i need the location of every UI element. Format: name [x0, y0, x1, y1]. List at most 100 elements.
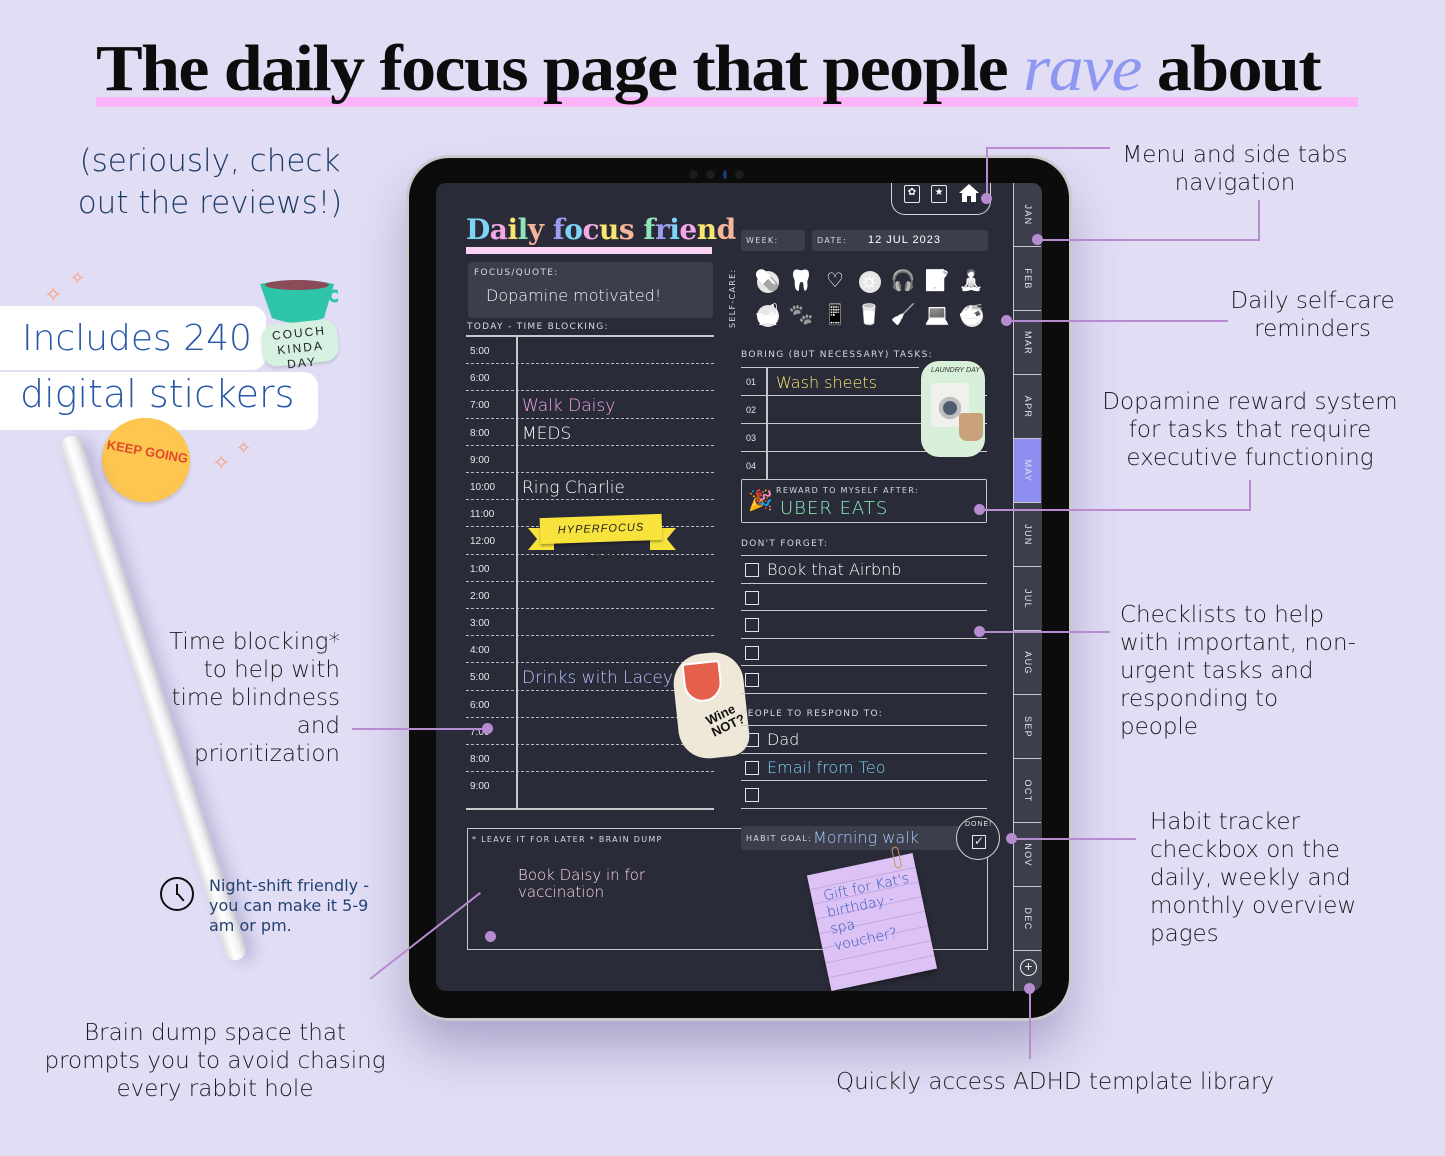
star-icon[interactable]: ★: [931, 185, 947, 203]
checkbox[interactable]: [745, 590, 759, 605]
brain-icon[interactable]: ✿: [904, 185, 920, 203]
tab-label: FEB: [1022, 267, 1033, 290]
callout-dot: [974, 626, 985, 637]
meditation-icon[interactable]: 🧘: [958, 268, 984, 294]
sun-icon[interactable]: ☼: [856, 268, 882, 294]
tooth-icon[interactable]: 🦷: [788, 268, 814, 294]
time-slot-row[interactable]: 6:00: [466, 364, 714, 392]
title-letter: e: [679, 213, 697, 246]
time-slot-row[interactable]: 2:00: [466, 582, 714, 609]
task-text: Wash sheets: [776, 373, 877, 392]
home-icon[interactable]: [958, 183, 980, 203]
time-slot-row[interactable]: 3:00: [466, 609, 714, 637]
time-slot-row[interactable]: 7:00 Walk Daisy: [466, 391, 714, 419]
time-slot-entry: Walk Daisy: [522, 396, 616, 417]
time-slot-label: 8:00: [470, 427, 490, 439]
callout-line: [1006, 320, 1228, 322]
time-slot-label: 6:00: [470, 699, 490, 711]
checklist-text[interactable]: Book that Airbnb: [767, 560, 901, 579]
tab-dec[interactable]: DEC: [1014, 887, 1041, 951]
boring-tasks-label: Boring (but necessary) tasks:: [741, 350, 933, 360]
checkbox[interactable]: [745, 788, 759, 802]
focus-quote-field[interactable]: Focus/quote: Dopamine motivated!: [468, 262, 713, 318]
time-slot-label: 11:00: [470, 509, 495, 521]
planner-title-underline: [466, 247, 712, 254]
done-label: DONE!: [965, 821, 993, 828]
week-field[interactable]: Week:: [741, 230, 805, 251]
tab-aug[interactable]: AUG: [1014, 631, 1041, 695]
tab-jul[interactable]: JUL: [1014, 567, 1041, 631]
date-field[interactable]: Date: 12 JUL 2023: [812, 230, 988, 251]
time-slot-row[interactable]: 8:00: [466, 745, 714, 773]
tab-may[interactable]: MAY: [1014, 439, 1041, 503]
checkbox[interactable]: [745, 760, 759, 775]
headphones-icon[interactable]: 🎧: [890, 268, 916, 294]
laundry-basket-icon: [959, 413, 983, 441]
title-letter: o: [564, 213, 583, 246]
habit-goal-field[interactable]: Habit goal: Morning walk: [741, 826, 965, 850]
people-row: [741, 780, 987, 808]
time-slot-label: 7:00: [470, 400, 490, 412]
checkbox[interactable]: [745, 618, 759, 632]
boring-tasks-divider: [766, 367, 768, 479]
time-slot-row[interactable]: 8:00 MEDS: [466, 419, 714, 446]
checkbox[interactable]: [745, 673, 759, 687]
annotation-selfcare: Daily self-care reminders: [1230, 288, 1395, 342]
habit-goal-value: Morning walk: [813, 828, 919, 847]
water-glass-icon[interactable]: 🥛: [856, 302, 882, 328]
focus-quote-value: Dopamine motivated!: [486, 286, 662, 305]
plus-circle-icon[interactable]: +: [1020, 959, 1037, 976]
phone-icon[interactable]: 📱: [822, 302, 848, 328]
tab-label: MAY: [1022, 459, 1033, 482]
title-letter: s: [618, 213, 635, 246]
tab-label: OCT: [1022, 779, 1033, 802]
time-slot-row[interactable]: 10:00 Ring Charlie: [466, 473, 714, 501]
time-slot-row[interactable]: 4:00: [466, 636, 714, 664]
tab-sep[interactable]: SEP: [1014, 695, 1041, 759]
tab-jun[interactable]: JUN: [1014, 503, 1041, 567]
laundry-day-caption: LAUNDRY DAY: [931, 367, 980, 374]
callout-line: [1012, 838, 1136, 840]
checkbox[interactable]: [745, 563, 759, 577]
time-slot-row[interactable]: 5:00: [466, 337, 714, 365]
tab-feb[interactable]: FEB: [1014, 247, 1041, 311]
callout-line: [980, 509, 1250, 511]
brain-dump-label: * Leave it for later * brain dump: [472, 835, 663, 844]
tab-nov[interactable]: NOV: [1014, 823, 1041, 887]
annotation-time-blocking: Time blocking* to help with time blindne…: [169, 629, 340, 767]
laptop-icon[interactable]: 💻: [924, 302, 950, 328]
brain-dump-value: Book Daisy in for vaccination: [518, 866, 646, 901]
dont-forget-row: [741, 610, 987, 638]
sticky-note-text: Gift for Kat's birthday - spa voucher?: [821, 870, 911, 955]
checklist-text[interactable]: Dad: [767, 730, 799, 749]
time-slot-label: 10:00: [470, 482, 496, 493]
title-letter: i: [669, 213, 680, 246]
bath-icon[interactable]: 🛁: [754, 302, 780, 328]
journal-icon[interactable]: 📝: [924, 268, 950, 294]
planner-page: Daily focus friend Focus/quote: Dopamine…: [436, 183, 1042, 991]
noodle-bowl-icon[interactable]: 🍜: [958, 302, 984, 328]
callout-dot: [974, 504, 985, 515]
task-number: 01: [746, 377, 757, 387]
time-slot-row[interactable]: 9:00: [466, 446, 714, 473]
done-checkbox[interactable]: ✓: [972, 835, 986, 849]
title-letter: n: [696, 213, 717, 246]
habit-done-button[interactable]: DONE! ✓: [956, 816, 1000, 860]
title-letter: l: [517, 213, 529, 246]
time-slot-label: 1:00: [470, 563, 490, 575]
broom-icon[interactable]: 🧹: [890, 302, 916, 328]
tab-oct[interactable]: OCT: [1014, 759, 1041, 823]
tab-apr[interactable]: APR: [1014, 375, 1041, 439]
pill-icon[interactable]: 💊: [754, 268, 780, 294]
week-label: Week:: [746, 236, 779, 245]
checkbox[interactable]: [745, 733, 759, 747]
checkbox[interactable]: [745, 645, 759, 660]
heartbeat-icon[interactable]: ♡: [822, 268, 848, 294]
tab-label: SEP: [1022, 715, 1033, 738]
reward-field[interactable]: 🎉 Reward to myself after: UBER EATS: [741, 479, 987, 523]
time-slot-row[interactable]: 9:00: [466, 772, 714, 799]
title-letter: a: [489, 213, 508, 246]
paw-icon[interactable]: 🐾: [788, 302, 814, 328]
boring-task-row[interactable]: 01 Wash sheets: [741, 367, 919, 395]
checklist-text[interactable]: Email from Teo: [767, 758, 885, 777]
